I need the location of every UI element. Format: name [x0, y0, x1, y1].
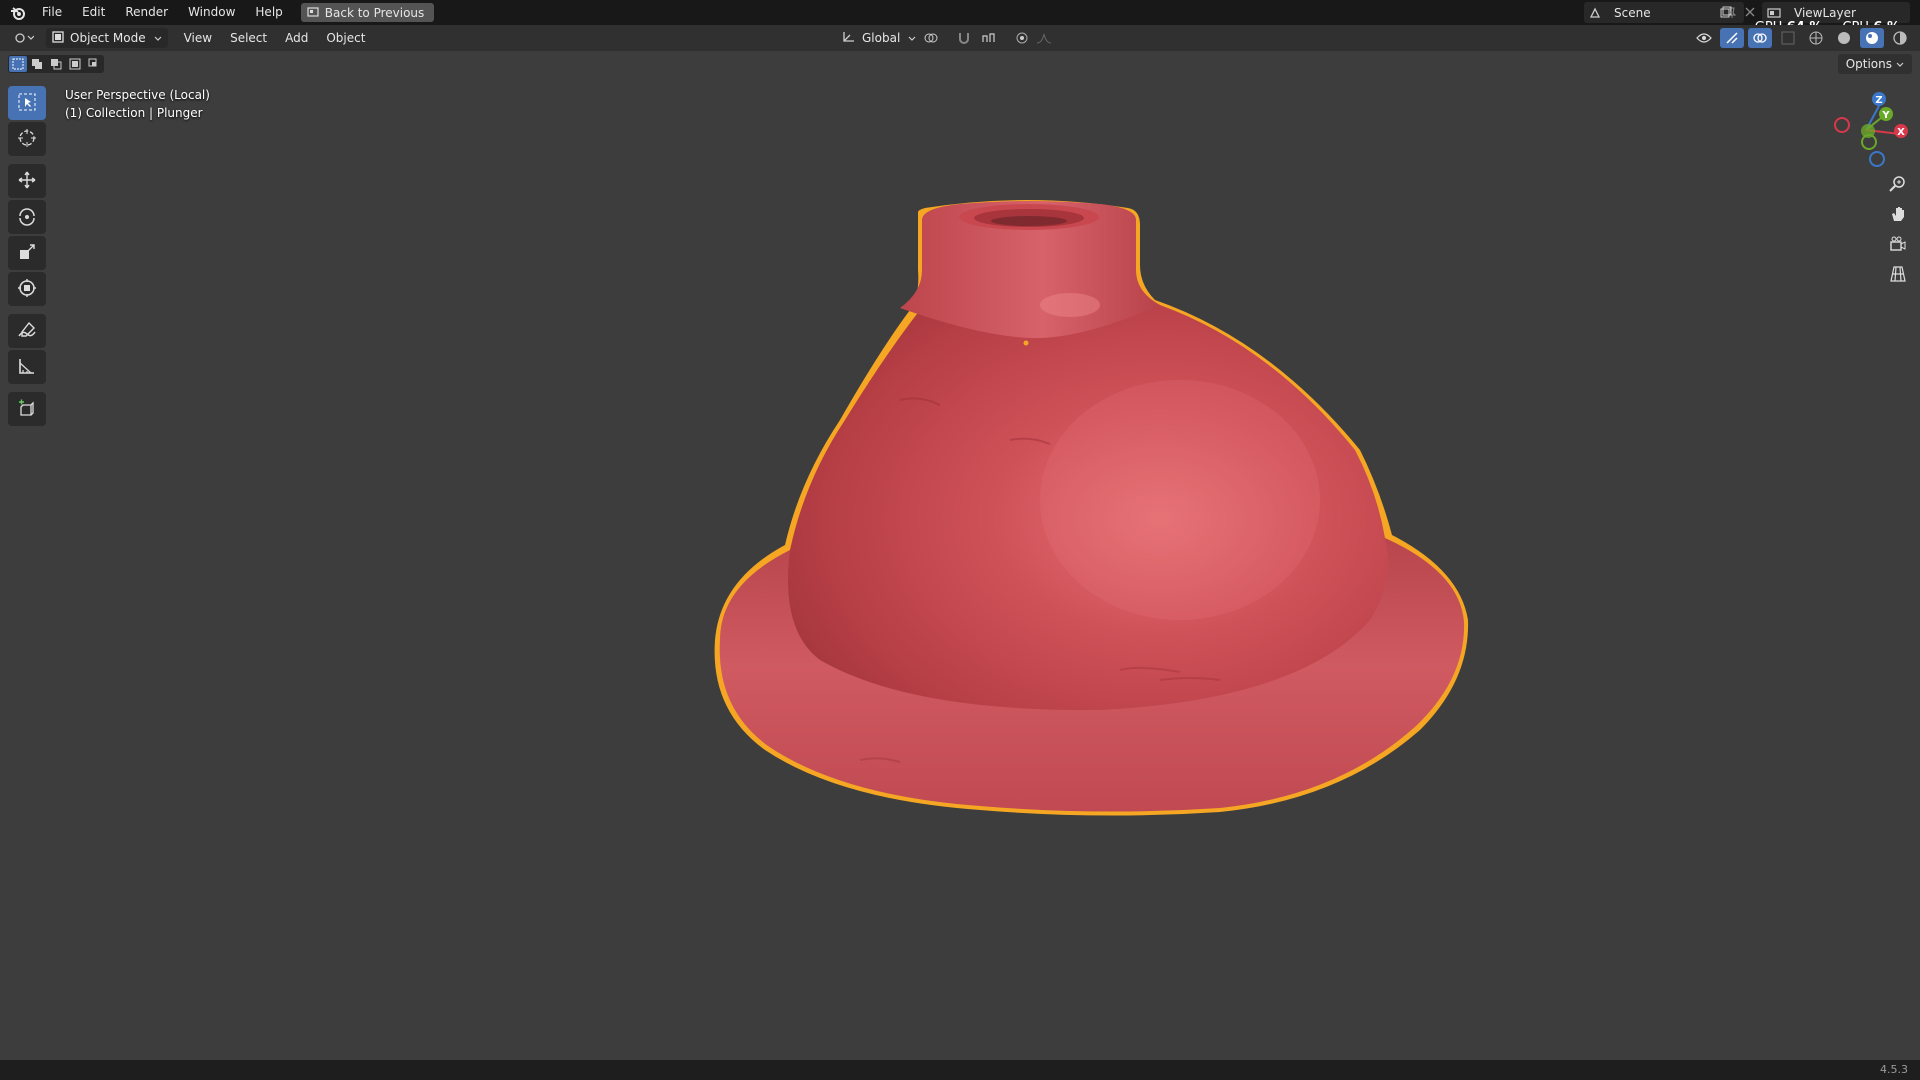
select-intersect-icon[interactable]: [85, 56, 103, 72]
zoom-icon[interactable]: [1882, 170, 1914, 198]
perspective-toggle-icon[interactable]: [1882, 260, 1914, 288]
options-label: Options: [1845, 57, 1892, 71]
annotate-tool[interactable]: [8, 314, 46, 348]
menu-add[interactable]: Add: [279, 28, 314, 48]
tool-shelf: [8, 86, 48, 426]
snap-icon[interactable]: [952, 28, 976, 48]
object-origin: [1023, 340, 1029, 346]
overlays-toggle-icon[interactable]: [1748, 28, 1772, 48]
y-axis-label: Y: [1881, 110, 1890, 121]
menu-view[interactable]: View: [178, 28, 218, 48]
menu-file[interactable]: File: [32, 0, 72, 25]
solid-shading-icon[interactable]: [1832, 28, 1856, 48]
move-tool[interactable]: [8, 164, 46, 198]
chevron-down-icon: [1896, 57, 1904, 71]
cursor-icon: [17, 128, 37, 151]
xray-icon[interactable]: [1776, 28, 1800, 48]
mode-dropdown[interactable]: Object Mode: [46, 28, 168, 48]
menu-edit[interactable]: Edit: [72, 0, 115, 25]
new-scene-icon[interactable]: [1714, 2, 1738, 22]
z-axis-label: Z: [1875, 95, 1882, 106]
viewport-shading-controls: [1692, 28, 1912, 48]
editor-type-button[interactable]: [8, 28, 40, 48]
select-box-icon: [17, 92, 37, 115]
viewport-nav-buttons: [1882, 170, 1914, 288]
wireframe-shading-icon[interactable]: [1804, 28, 1828, 48]
back-to-previous-button[interactable]: Back to Previous: [300, 3, 435, 22]
object-mode-icon: [52, 30, 64, 46]
x-axis-label: X: [1897, 127, 1905, 138]
scene-name[interactable]: Scene: [1614, 6, 1720, 20]
neg-x-handle[interactable]: [1834, 117, 1850, 133]
menu-window[interactable]: Window: [178, 0, 245, 25]
editor-type-icon: [14, 30, 35, 47]
visibility-icon[interactable]: [1692, 28, 1716, 48]
delete-scene-icon[interactable]: [1738, 2, 1762, 22]
menu-select[interactable]: Select: [224, 28, 273, 48]
selection-mode-group: [8, 55, 104, 73]
select-extend-icon[interactable]: [28, 56, 46, 72]
camera-view-icon[interactable]: [1882, 230, 1914, 258]
mode-label: Object Mode: [70, 31, 146, 45]
transform-orientation-dropdown[interactable]: Global: [836, 28, 922, 48]
menu-object[interactable]: Object: [320, 28, 371, 48]
proportional-editing-icon[interactable]: [1010, 28, 1034, 48]
select-invert-icon[interactable]: [66, 56, 84, 72]
top-bar: File Edit Render Window Help Back to Pre…: [0, 0, 1920, 35]
options-dropdown[interactable]: Options: [1837, 54, 1912, 74]
rendered-shading-icon[interactable]: [1888, 28, 1912, 48]
snap-target-icon[interactable]: [978, 28, 1002, 48]
falloff-icon[interactable]: [1034, 28, 1058, 48]
scale-tool[interactable]: [8, 236, 46, 270]
pivot-point-icon[interactable]: [920, 28, 944, 48]
add-cube-icon: [17, 398, 37, 421]
orientation-icon: [842, 31, 856, 46]
scale-icon: [17, 242, 37, 265]
measure-icon: [17, 356, 37, 379]
screen-icon: [307, 6, 319, 20]
rotate-icon: [17, 206, 37, 229]
select-subtract-icon[interactable]: [47, 56, 65, 72]
transform-tool[interactable]: [8, 272, 46, 306]
viewport-header: Object Mode View Select Add Object Globa…: [0, 25, 1920, 51]
material-shading-icon[interactable]: [1860, 28, 1884, 48]
status-bar: 4.5.3: [0, 1060, 1920, 1080]
transform-icon: [17, 278, 37, 301]
chevron-down-icon: [908, 31, 916, 45]
measure-tool[interactable]: [8, 350, 46, 384]
gizmo-toggle-icon[interactable]: [1720, 28, 1744, 48]
scene-icon: [1584, 3, 1608, 23]
neg-z-handle[interactable]: [1869, 151, 1885, 167]
blender-logo-icon[interactable]: [4, 0, 32, 25]
perspective-label: User Perspective (Local): [65, 88, 210, 102]
annotate-icon: [17, 320, 37, 343]
pan-hand-icon[interactable]: [1882, 200, 1914, 228]
back-to-previous-label: Back to Previous: [324, 5, 425, 20]
collection-label: (1) Collection | Plunger: [65, 106, 203, 120]
move-icon: [17, 170, 37, 193]
cursor-tool[interactable]: [8, 122, 46, 156]
menu-help[interactable]: Help: [245, 0, 292, 25]
rotate-tool[interactable]: [8, 200, 46, 234]
select-new-icon[interactable]: [9, 56, 27, 72]
select-box-tool[interactable]: [8, 86, 46, 120]
chevron-down-icon: [154, 31, 162, 45]
viewport-info: User Perspective (Local) (1) Collection …: [65, 86, 210, 122]
version-label: 4.5.3: [1880, 1063, 1908, 1076]
orientation-label: Global: [862, 31, 901, 45]
add-cube-tool[interactable]: [8, 392, 46, 426]
plunger-object[interactable]: [580, 200, 1480, 1000]
view-layer-name[interactable]: ViewLayer: [1794, 6, 1910, 20]
navigation-gizmo[interactable]: Z Y X: [1824, 88, 1908, 172]
menu-render[interactable]: Render: [115, 0, 178, 25]
